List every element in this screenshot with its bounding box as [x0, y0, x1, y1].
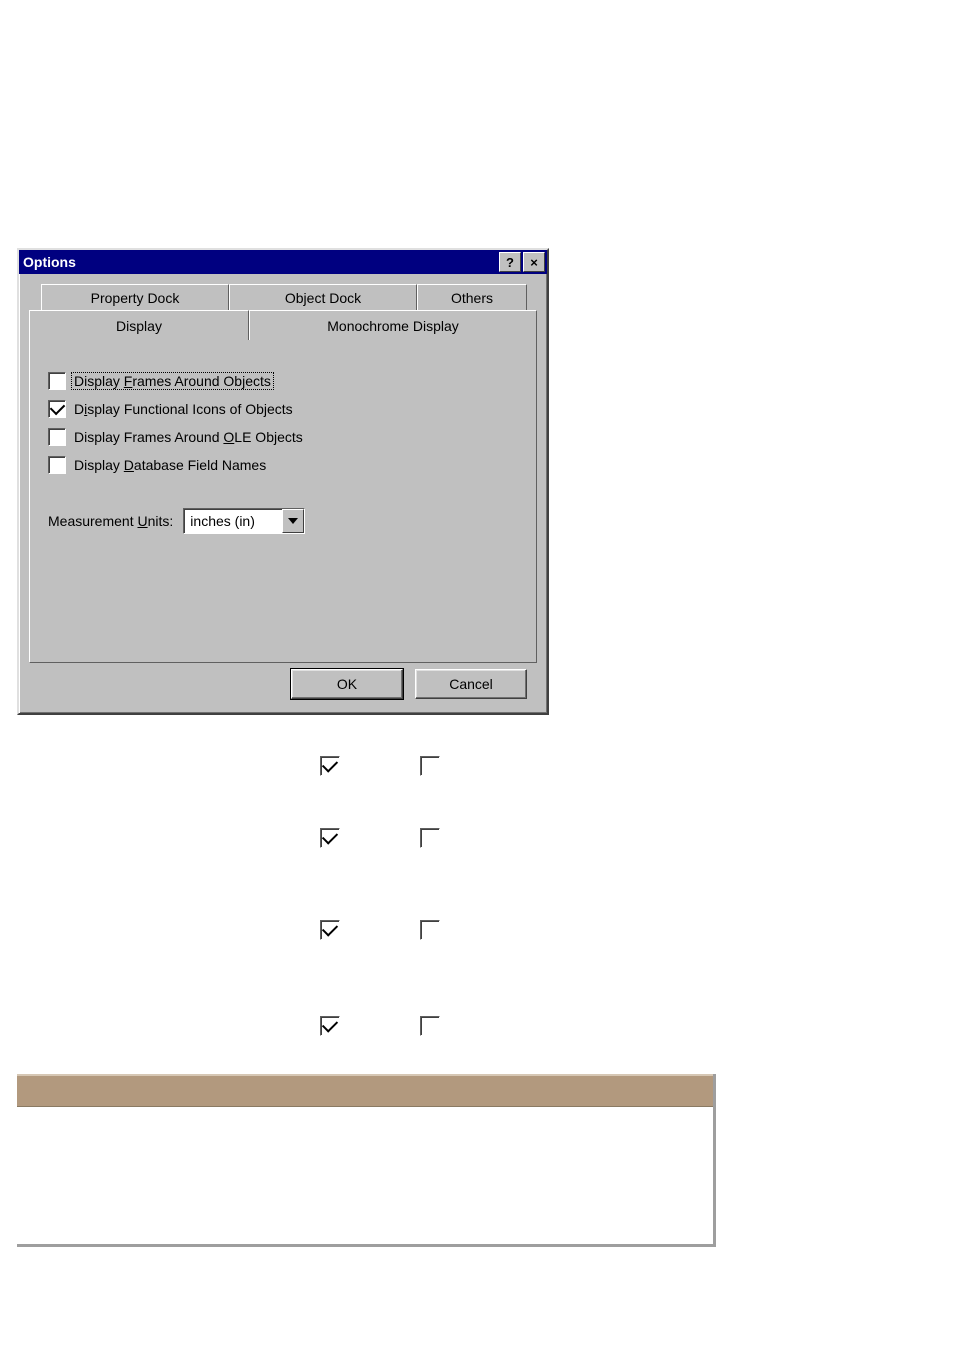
checkbox[interactable] — [48, 372, 66, 390]
tab-monochrome-display[interactable]: Monochrome Display — [249, 310, 537, 340]
help-icon[interactable]: ? — [499, 252, 521, 272]
close-icon[interactable]: × — [523, 252, 545, 272]
checkbox-row: Display Database Field Names — [48, 456, 518, 474]
tab-others[interactable]: Others — [417, 284, 527, 310]
checkbox-row: Display Frames Around Objects — [48, 372, 518, 390]
cancel-button[interactable]: Cancel — [415, 669, 527, 699]
measurement-units-dropdown[interactable]: inches (in) — [183, 508, 305, 534]
checkbox[interactable] — [420, 828, 440, 848]
options-dialog: Options ? × Property Dock Object Dock Ot… — [17, 248, 549, 715]
tab-object-dock[interactable]: Object Dock — [229, 284, 417, 310]
measurement-units-value: inches (in) — [184, 509, 282, 533]
checkbox[interactable] — [320, 920, 340, 940]
tab-property-dock[interactable]: Property Dock — [41, 284, 229, 310]
ok-button[interactable]: OK — [291, 669, 403, 699]
checkbox[interactable] — [320, 828, 340, 848]
checkbox[interactable] — [420, 756, 440, 776]
checkbox-label[interactable]: Display Frames Around OLE Objects — [74, 429, 303, 445]
checkbox-row: Display Frames Around OLE Objects — [48, 428, 518, 446]
checkbox[interactable] — [420, 1016, 440, 1036]
checkbox[interactable] — [320, 756, 340, 776]
bottom-panel-header — [17, 1074, 713, 1107]
checkbox-label[interactable]: Display Functional Icons of Objects — [74, 401, 293, 417]
checkbox-row: Display Functional Icons of Objects — [48, 400, 518, 418]
tab-display[interactable]: Display — [29, 310, 249, 340]
dialog-title: Options — [23, 254, 497, 270]
checkbox[interactable] — [48, 400, 66, 418]
checkbox-label[interactable]: Display Database Field Names — [74, 457, 266, 473]
measurement-units-label: Measurement Units: — [48, 513, 173, 529]
checkbox[interactable] — [320, 1016, 340, 1036]
chevron-down-icon[interactable] — [282, 509, 304, 533]
checkbox[interactable] — [48, 456, 66, 474]
checkbox[interactable] — [420, 920, 440, 940]
titlebar: Options ? × — [19, 250, 547, 274]
bottom-panel — [17, 1074, 716, 1247]
checkbox-label[interactable]: Display Frames Around Objects — [71, 372, 274, 390]
dialog-buttons: OK Cancel — [29, 663, 537, 699]
tab-page-display: Display Frames Around Objects Display Fun… — [29, 339, 537, 663]
measurement-units-row: Measurement Units: inches (in) — [48, 508, 518, 534]
tab-strip: Property Dock Object Dock Others Display… — [29, 284, 537, 340]
checkbox[interactable] — [48, 428, 66, 446]
